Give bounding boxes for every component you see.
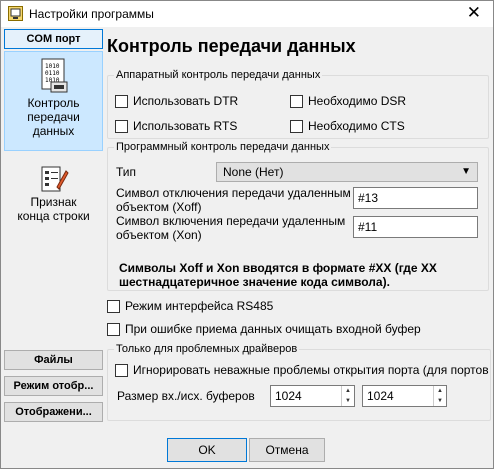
checkbox-box[interactable]	[115, 94, 128, 108]
stepper-arrows-icon[interactable]: ▲ ▼	[341, 386, 354, 406]
checkbox-label: Использовать DTR	[133, 94, 239, 108]
sidebar: COM порт 1010 0110 1010 Контроль передач…	[4, 29, 103, 427]
require-dsr-checkbox[interactable]: Необходимо DSR	[290, 94, 406, 108]
type-label: Тип	[116, 165, 137, 179]
group-legend: Программный контроль передачи данных	[116, 141, 330, 153]
checkbox-label: Режим интерфейса RS485	[125, 299, 274, 313]
checkbox-box[interactable]	[290, 94, 303, 108]
rs485-mode-checkbox[interactable]: Режим интерфейса RS485	[107, 299, 273, 313]
display-mode-button[interactable]: Режим отобр...	[4, 376, 103, 396]
cancel-button[interactable]: Отмена	[249, 438, 325, 462]
display-settings-button[interactable]: Отображени...	[4, 402, 103, 422]
svg-text:1010: 1010	[45, 63, 60, 70]
input-buffer-stepper[interactable]: 1024 ▲ ▼	[270, 385, 355, 407]
checkbox-label: Необходимо DSR	[308, 94, 407, 108]
dataflow-control-icon: 1010 0110 1010	[41, 58, 67, 93]
sidebar-item-line-end[interactable]: Признак конца строки	[4, 159, 103, 229]
checkbox-box[interactable]	[115, 363, 128, 377]
stepper-arrows-icon[interactable]: ▲ ▼	[433, 386, 446, 406]
problem-drivers-group: Только для проблемных драйверов	[107, 343, 491, 421]
svg-text:0110: 0110	[45, 70, 60, 77]
ignore-minor-errors-checkbox[interactable]: Игнорировать неважные проблемы открытия …	[115, 363, 491, 377]
sidebar-item-label: Контроль передачи данных	[27, 96, 80, 138]
type-select[interactable]: None (Нет) ▼	[216, 162, 478, 182]
sidebar-item-label: Признак конца строки	[17, 195, 90, 223]
checkbox-box[interactable]	[107, 299, 120, 313]
chevron-down-icon: ▼	[461, 166, 471, 177]
stepper-value: 1024	[367, 389, 394, 403]
xon-label: Символ включения передачи удаленным объе…	[116, 214, 346, 242]
checkbox-box[interactable]	[107, 322, 120, 336]
checkbox-label: Игнорировать неважные проблемы открытия …	[133, 363, 491, 377]
group-legend: Аппаратный контроль передачи данных	[116, 69, 321, 81]
checkbox-box[interactable]	[115, 119, 128, 133]
checkbox-label: При ошибке приема данных очищать входной…	[125, 322, 421, 336]
ok-button[interactable]: OK	[167, 438, 247, 462]
files-button[interactable]: Файлы	[4, 350, 103, 370]
window-title: Настройки программы	[29, 7, 154, 21]
stepper-value: 1024	[275, 389, 302, 403]
use-rts-checkbox[interactable]: Использовать RTS	[115, 119, 237, 133]
settings-window: Настройки программы ✕ COM порт 1010 0110…	[0, 0, 494, 469]
xoff-input[interactable]: #13	[353, 187, 478, 209]
clear-buffer-on-error-checkbox[interactable]: При ошибке приема данных очищать входной…	[107, 322, 421, 336]
xoff-xon-format-note: Символы Xoff и Xon вводятся в формате #X…	[119, 261, 437, 289]
close-icon[interactable]: ✕	[467, 4, 481, 22]
require-cts-checkbox[interactable]: Необходимо CTS	[290, 119, 405, 133]
page-title: Контроль передачи данных	[107, 36, 356, 56]
com-port-button[interactable]: COM порт	[4, 29, 103, 49]
checkbox-label: Необходимо CTS	[308, 119, 405, 133]
checkbox-box[interactable]	[290, 119, 303, 133]
main-panel: Контроль передачи данных Аппаратный конт…	[105, 31, 491, 426]
xon-input[interactable]: #11	[353, 216, 478, 238]
title-bar: Настройки программы ✕	[1, 1, 493, 27]
xoff-label: Символ отключения передачи удаленным объ…	[116, 186, 351, 214]
use-dtr-checkbox[interactable]: Использовать DTR	[115, 94, 238, 108]
app-icon	[8, 6, 23, 21]
output-buffer-stepper[interactable]: 1024 ▲ ▼	[362, 385, 447, 407]
checkbox-label: Использовать RTS	[133, 119, 238, 133]
buffer-size-label: Размер вх./исх. буферов	[117, 389, 255, 403]
sidebar-item-flow-control[interactable]: 1010 0110 1010 Контроль передачи данных	[4, 51, 103, 151]
line-end-icon	[41, 166, 69, 192]
group-legend: Только для проблемных драйверов	[116, 343, 298, 355]
select-value: None (Нет)	[223, 165, 284, 179]
